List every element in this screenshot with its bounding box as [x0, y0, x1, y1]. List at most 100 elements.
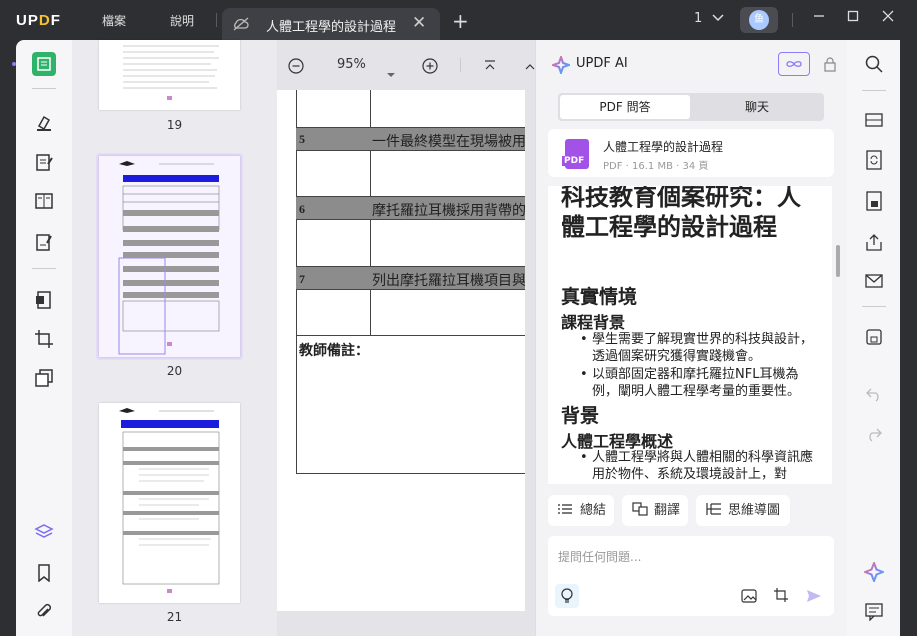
document-tab[interactable]: 人體工程學的設計過程 ✕ [222, 8, 440, 40]
menu-help[interactable]: 說明 [170, 12, 194, 29]
minimize-icon [814, 15, 824, 17]
updf-logo: UPDF [16, 12, 61, 29]
convert-file-icon[interactable] [862, 148, 886, 172]
divider [32, 88, 56, 89]
translate-button[interactable]: 翻譯 [622, 495, 688, 526]
content-scrollbar[interactable] [836, 245, 840, 277]
row-text: 摩托羅拉耳機採用背帶的 [372, 204, 525, 219]
first-page-icon[interactable] [483, 58, 497, 77]
cloud-off-icon [232, 16, 250, 36]
divider [792, 13, 793, 27]
zoom-in-icon[interactable] [422, 58, 438, 78]
infinity-icon [786, 61, 802, 67]
attachment-icon[interactable] [32, 600, 56, 624]
mind-map-icon [706, 503, 721, 515]
title-bar: UPDF 檔案 說明 人體工程學的設計過程 ✕ + 1 鱼 [0, 0, 917, 40]
minimize-button[interactable] [813, 10, 825, 26]
highlighter-icon[interactable] [32, 110, 56, 134]
file-name: 人體工程學的設計過程 [603, 140, 724, 154]
pdf-badge: PDF [562, 156, 587, 166]
add-tab-button[interactable]: + [452, 9, 469, 33]
previous-page-icon[interactable] [524, 58, 535, 77]
teacher-notes-label: 教師備註： [299, 344, 369, 359]
page-thumbnail-19[interactable] [99, 40, 240, 110]
subsection-heading: 課程背景 [561, 313, 626, 332]
page-number-20: 20 [166, 364, 183, 378]
ai-chat-mode-button[interactable] [778, 52, 810, 76]
list-item: 學生需要了解現實世界的科技與設計，透過個案研究獲得實踐機會。 [580, 331, 816, 365]
page-number-19: 19 [166, 118, 183, 132]
crop-icon[interactable] [32, 327, 56, 351]
section-heading: 背景 [561, 405, 600, 427]
layers-copy-icon[interactable] [32, 366, 56, 390]
form-icon[interactable] [32, 230, 56, 254]
ai-answer-content: 科技教育個案研究：人體工程學的設計過程 真實情境 課程背景 學生需要了解現實世界… [548, 186, 832, 484]
updf-ai-icon[interactable] [862, 560, 886, 584]
view-toolbar [277, 40, 535, 90]
lock-icon[interactable] [823, 56, 837, 76]
organize-pages-icon[interactable] [32, 189, 56, 213]
zoom-level[interactable]: 95% [337, 57, 366, 72]
menu-file[interactable]: 檔案 [102, 12, 126, 29]
page-thumbnail-20[interactable] [99, 156, 240, 357]
updf-ai-logo-icon [549, 53, 573, 78]
divider [32, 268, 56, 269]
divider [460, 58, 461, 72]
tab-close-icon[interactable]: ✕ [412, 13, 426, 33]
maximize-button[interactable] [847, 10, 859, 26]
layers-icon[interactable] [32, 520, 56, 544]
list-icon [558, 504, 572, 514]
share-icon[interactable] [862, 230, 886, 254]
zoom-dropdown-icon[interactable] [386, 63, 396, 82]
ai-panel-title: UPDF AI [576, 56, 628, 71]
zoom-out-icon[interactable] [288, 58, 304, 78]
send-icon[interactable] [806, 588, 822, 607]
pdf-page: 5 一件最終模型在現場被用 6 摩托羅拉耳機採用背帶的 7 列出摩托羅拉耳機項目… [277, 90, 525, 611]
list-item: 人體工程學將與人體相關的科學資訊應用於物件、系統及環境設計上，對 [580, 449, 816, 483]
section-heading: 真實情境 [561, 286, 638, 308]
email-icon[interactable] [862, 269, 886, 293]
question-input[interactable]: 提問任何問題... [548, 536, 834, 616]
reader-mode-icon[interactable] [32, 52, 56, 76]
redo-icon[interactable] [862, 423, 886, 447]
mind-map-button[interactable]: 思維導圖 [696, 495, 790, 526]
list-item: 以頭部固定器和摩托羅拉NFL耳機為例，闡明人體工程學考量的重要性。 [580, 366, 816, 400]
tab-count: 1 [694, 11, 703, 26]
tab-pdf-qa[interactable]: PDF 問答 [560, 95, 690, 119]
search-icon[interactable] [862, 52, 886, 76]
page-thumbnail-21[interactable] [99, 403, 240, 603]
input-placeholder: 提問任何問題... [558, 550, 642, 564]
page-number-21: 21 [166, 610, 183, 624]
row-text: 列出摩托羅拉耳機項目與 [372, 274, 525, 289]
protect-file-icon[interactable] [862, 189, 886, 213]
avatar-initial: 鱼 [749, 10, 769, 30]
divider [862, 306, 886, 307]
edit-pdf-icon[interactable] [32, 150, 56, 174]
close-window-button[interactable] [882, 10, 894, 26]
bookmark-icon[interactable] [32, 561, 56, 585]
undo-icon[interactable] [862, 383, 886, 407]
ocr-icon[interactable] [862, 108, 886, 132]
row-number: 5 [299, 132, 305, 146]
user-avatar[interactable]: 鱼 [740, 7, 778, 33]
mode-tabs: PDF 問答 聊天 [558, 93, 824, 121]
translate-label: 翻譯 [654, 503, 681, 518]
tab-chat[interactable]: 聊天 [692, 95, 822, 119]
file-card[interactable]: PDF 人體工程學的設計過程 PDF · 16.1 MB · 34 頁 [548, 129, 834, 177]
divider [862, 90, 886, 91]
prompt-ideas-icon[interactable] [555, 584, 579, 608]
image-upload-icon[interactable] [741, 588, 757, 607]
convert-icon[interactable] [32, 288, 56, 312]
pdf-file-icon: PDF [562, 139, 589, 169]
summarize-button[interactable]: 總結 [548, 495, 614, 526]
summarize-label: 總結 [580, 503, 607, 518]
save-icon[interactable] [862, 325, 886, 349]
screenshot-crop-icon[interactable] [773, 587, 789, 607]
tab-count-dropdown[interactable]: 1 [694, 11, 724, 26]
comment-icon[interactable] [862, 600, 886, 624]
answer-heading: 科技教育個案研究：人體工程學的設計過程 [561, 186, 801, 241]
right-toolbar [847, 40, 900, 636]
divider [216, 13, 217, 27]
row-number: 7 [299, 272, 305, 286]
tab-title: 人體工程學的設計過程 [266, 20, 397, 35]
